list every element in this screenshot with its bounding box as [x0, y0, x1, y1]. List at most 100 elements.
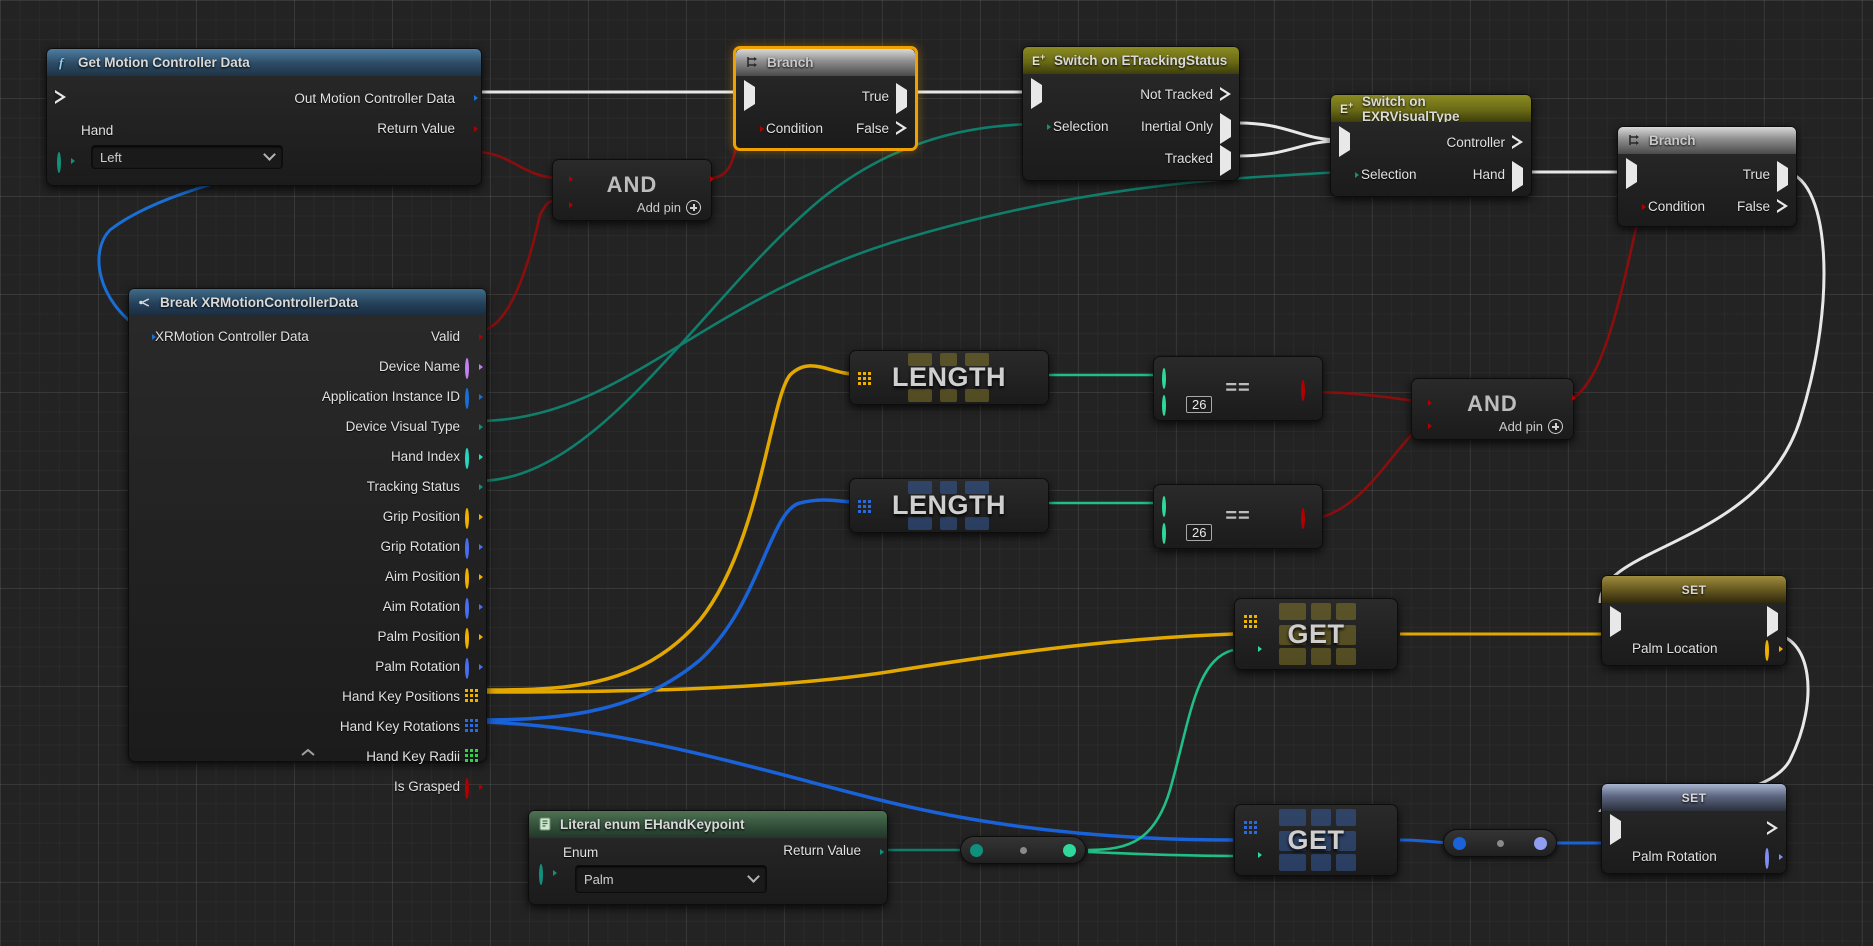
exec-out-hand-pin[interactable] [1512, 168, 1525, 181]
and-input-pin-1[interactable] [1414, 396, 1427, 409]
vector-array-in-pin[interactable] [1244, 615, 1257, 628]
int-in-pin-b[interactable] [1162, 397, 1175, 410]
exec-out-inertial-only-pin[interactable] [1220, 120, 1233, 133]
hand-dropdown[interactable]: Left [91, 145, 283, 169]
and-output-pin[interactable] [696, 172, 709, 185]
rotator-in-pin[interactable] [1612, 850, 1625, 863]
rotator-out-palm-rotation-pin[interactable] [465, 660, 478, 673]
int-out-pin[interactable] [1029, 498, 1042, 511]
node-equal-1[interactable]: == 26 [1153, 356, 1323, 421]
exec-out-controller-pin[interactable] [1512, 135, 1525, 148]
vector-out-grip-position-pin[interactable] [465, 510, 478, 523]
rotator-array-in-pin[interactable] [1244, 821, 1257, 834]
node-switch-on-etrackingstatus[interactable]: E+ Switch on ETrackingStatus Not Tracked… [1022, 46, 1240, 181]
bool-condition-in-pin[interactable] [1628, 200, 1641, 213]
exec-out-not-tracked-pin[interactable] [1220, 87, 1233, 100]
int-out-pin[interactable] [1029, 370, 1042, 383]
exec-out-false-pin[interactable] [896, 121, 909, 134]
int-out-pin[interactable] [465, 450, 478, 463]
vector-out-pin[interactable] [1376, 625, 1389, 638]
exec-out-true-pin[interactable] [1777, 168, 1790, 181]
enum-dropdown[interactable]: Palm [575, 865, 767, 893]
node-branch-1[interactable]: Branch True Condition False [733, 46, 918, 151]
enum-out-pin[interactable] [866, 845, 879, 858]
reroute-node-enum[interactable] [960, 836, 1086, 864]
vector-out-pin[interactable] [1765, 642, 1778, 655]
blueprint-graph-canvas[interactable]: f Get Motion Controller Data Out Motion … [0, 0, 1873, 946]
rotator-array-in-pin[interactable] [858, 500, 871, 513]
node-length-1[interactable]: LENGTH [849, 350, 1049, 405]
struct-out-pin[interactable] [460, 91, 473, 104]
add-pin-button[interactable]: Add pin [637, 200, 701, 215]
exec-in-pin[interactable] [1339, 133, 1352, 146]
int-in-pin-a[interactable] [1162, 370, 1175, 383]
rotator-out-grip-rotation-pin[interactable] [465, 540, 478, 553]
exec-out-pin[interactable] [1767, 613, 1780, 626]
reroute-out-pin[interactable] [1534, 837, 1547, 850]
reroute-in-pin[interactable] [970, 844, 983, 857]
vector-out-aim-position-pin[interactable] [465, 570, 478, 583]
and-output-pin[interactable] [1558, 391, 1571, 404]
enum-selection-in-pin[interactable] [1341, 168, 1354, 181]
enum-out-tracking-status-pin[interactable] [465, 480, 478, 493]
rotator-out-pin[interactable] [1765, 850, 1778, 863]
guid-out-pin[interactable] [465, 390, 478, 403]
enum-out-device-visual-type-pin[interactable] [465, 420, 478, 433]
node-branch-2[interactable]: Branch True Condition False [1617, 126, 1797, 227]
node-get-motion-controller-data[interactable]: f Get Motion Controller Data Out Motion … [46, 48, 482, 186]
node-set-palm-rotation[interactable]: SET Palm Rotation [1601, 783, 1787, 874]
name-out-pin[interactable] [465, 360, 478, 373]
struct-in-pin[interactable] [138, 330, 151, 343]
bool-out-pin[interactable] [1301, 382, 1314, 395]
node-equal-2[interactable]: == 26 [1153, 484, 1323, 549]
and-input-pin-1[interactable] [555, 172, 568, 185]
node-switch-on-exrvisualtype[interactable]: E+ Switch on EXRVisualType Controller Se… [1330, 94, 1532, 197]
reroute-in-pin[interactable] [1453, 837, 1466, 850]
exec-out-false-pin[interactable] [1777, 199, 1790, 212]
exec-in-pin[interactable] [1626, 165, 1639, 178]
collapse-toggle[interactable] [129, 747, 486, 759]
vector-array-out-hand-key-positions-pin[interactable] [465, 689, 478, 702]
exec-out-true-pin[interactable] [896, 90, 909, 103]
bool-out-pin[interactable] [460, 122, 473, 135]
node-break-xrmotioncontrollerdata[interactable]: Break XRMotionControllerData XRMotion Co… [128, 288, 487, 762]
reroute-handle[interactable] [1497, 840, 1504, 847]
int-in-pin-b[interactable] [1162, 525, 1175, 538]
reroute-handle[interactable] [1020, 847, 1027, 854]
bool-out-pin[interactable] [1301, 510, 1314, 523]
reroute-out-pin[interactable] [1063, 844, 1076, 857]
hand-enum-in-pin[interactable] [57, 154, 70, 167]
and-input-pin-2[interactable] [1414, 419, 1427, 432]
exec-in-pin[interactable] [55, 90, 68, 103]
exec-in-pin[interactable] [744, 87, 757, 100]
node-and-1[interactable]: AND Add pin [552, 159, 712, 221]
rotator-array-out-hand-key-rotations-pin[interactable] [465, 719, 478, 732]
exec-in-pin[interactable] [1031, 85, 1044, 98]
exec-in-pin[interactable] [1610, 821, 1623, 834]
vector-array-in-pin[interactable] [858, 372, 871, 385]
reroute-node-rotator[interactable] [1443, 829, 1557, 857]
rotator-out-aim-rotation-pin[interactable] [465, 600, 478, 613]
vector-in-pin[interactable] [1612, 642, 1625, 655]
bool-out-is-grasped-pin[interactable] [465, 780, 478, 793]
node-get-2[interactable]: GET [1234, 804, 1398, 876]
vector-out-palm-position-pin[interactable] [465, 630, 478, 643]
int-in-pin-a[interactable] [1162, 498, 1175, 511]
node-and-2[interactable]: AND Add pin [1411, 378, 1574, 440]
exec-out-pin[interactable] [1767, 821, 1780, 834]
bool-condition-in-pin[interactable] [746, 122, 759, 135]
enum-in-pin[interactable] [539, 866, 552, 879]
index-in-pin[interactable] [1244, 642, 1257, 655]
node-set-palm-location[interactable]: SET Palm Location [1601, 575, 1787, 666]
exec-in-pin[interactable] [1610, 613, 1623, 626]
exec-out-tracked-pin[interactable] [1220, 152, 1233, 165]
node-literal-enum-ehandkeypoint[interactable]: Literal enum EHandKeypoint Enum Return V… [528, 810, 888, 905]
node-length-2[interactable]: LENGTH [849, 478, 1049, 533]
bool-out-valid-pin[interactable] [465, 330, 478, 343]
enum-selection-in-pin[interactable] [1033, 120, 1046, 133]
and-input-pin-2[interactable] [555, 198, 568, 211]
equal-literal-value[interactable]: 26 [1186, 396, 1212, 413]
rotator-out-pin[interactable] [1376, 831, 1389, 844]
node-get-1[interactable]: GET [1234, 598, 1398, 670]
equal-literal-value[interactable]: 26 [1186, 524, 1212, 541]
